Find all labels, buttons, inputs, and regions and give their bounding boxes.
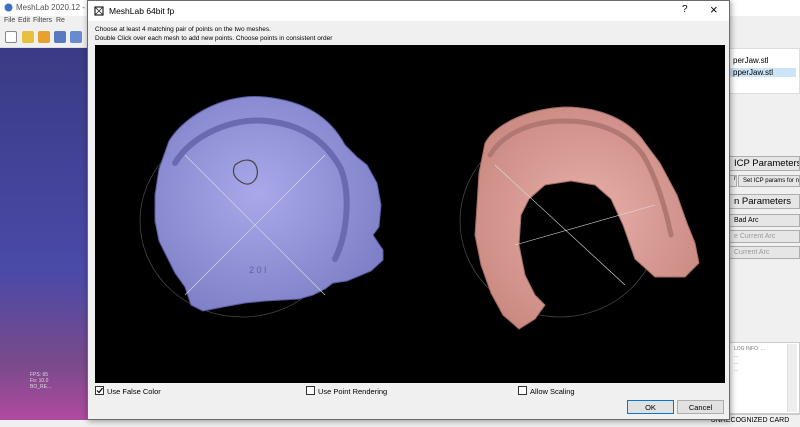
meshlab-logo-icon	[4, 3, 13, 12]
viewport-info-overlay: FPS: 65 Fo: 10.0 BO_RE...	[30, 372, 51, 390]
allow-scaling-label: Allow Scaling	[530, 387, 575, 396]
log-line: ...	[734, 367, 739, 373]
ok-button[interactable]: OK	[627, 400, 674, 414]
menu-filters[interactable]: Filters	[33, 17, 52, 24]
point-rendering-checkbox[interactable]	[306, 386, 315, 395]
new-file-icon[interactable]	[5, 31, 17, 43]
viewport-bo: BO_RE...	[30, 384, 52, 390]
log-text: LOG INFO: ... ... ... ...	[734, 346, 765, 374]
cancel-button[interactable]: Cancel	[677, 400, 724, 414]
allow-scaling-checkbox[interactable]	[518, 386, 527, 395]
false-color-checkbox[interactable]	[95, 386, 104, 395]
log-line: ...	[734, 353, 739, 359]
dialog-title: MeshLab 64bit fp	[109, 6, 175, 16]
reload-icon[interactable]	[54, 31, 66, 43]
left-mesh-label: 2 0 I	[249, 265, 267, 275]
layer-item-upperjaw[interactable]: pperJaw.stl	[730, 68, 796, 77]
dialog-titlebar: MeshLab 64bit fp ? ×	[88, 1, 729, 21]
layer-item-lowerjaw[interactable]: perJaw.stl	[733, 56, 769, 65]
close-button[interactable]: ×	[710, 2, 718, 17]
point-rendering-label: Use Point Rendering	[318, 387, 388, 396]
icp-parameters-button[interactable]: ICP Parameters...	[729, 156, 800, 171]
log-line: ...	[734, 360, 739, 366]
current-arc-button[interactable]: e Current Arc	[729, 230, 800, 243]
import-mesh-icon[interactable]	[38, 31, 50, 43]
left-mesh-upper-jaw[interactable]: 2 0 I	[139, 96, 384, 318]
mesh-canvas[interactable]: 2 0 I	[95, 45, 725, 383]
instruction-line-2: Double Click over each mesh to add new p…	[95, 35, 333, 42]
menu-render[interactable]: Re	[56, 17, 65, 24]
checkmark-icon	[96, 387, 103, 394]
current-arc-button-2[interactable]: Current Arc	[729, 246, 800, 259]
instruction-line-1: Choose at least 4 matching pair of point…	[95, 26, 271, 33]
set-icp-params-button[interactable]: Set ICP params for n	[738, 175, 800, 187]
meshlab-app-icon	[94, 6, 104, 16]
default-icp-button[interactable]: n	[729, 175, 737, 187]
help-button[interactable]: ?	[682, 4, 688, 15]
menu-edit[interactable]: Edit	[18, 17, 30, 24]
point-picking-dialog: MeshLab 64bit fp ? × Choose at least 4 m…	[87, 0, 730, 420]
log-line: LOG INFO: ...	[734, 346, 765, 352]
right-mesh-lower-jaw[interactable]	[459, 106, 700, 330]
false-color-label: Use False Color	[107, 387, 161, 396]
open-folder-icon[interactable]	[22, 31, 34, 43]
menu-file[interactable]: File	[4, 17, 15, 24]
log-scrollbar[interactable]	[787, 344, 797, 412]
main-3d-viewport[interactable]	[0, 48, 92, 420]
bad-arc-button[interactable]: Bad Arc	[729, 214, 800, 227]
alignment-3d-view[interactable]: 2 0 I	[95, 45, 725, 383]
save-icon[interactable]	[70, 31, 82, 43]
align-parameters-button[interactable]: n Parameters	[729, 194, 800, 209]
main-window-title: MeshLab 2020.12 - [P	[16, 3, 95, 12]
